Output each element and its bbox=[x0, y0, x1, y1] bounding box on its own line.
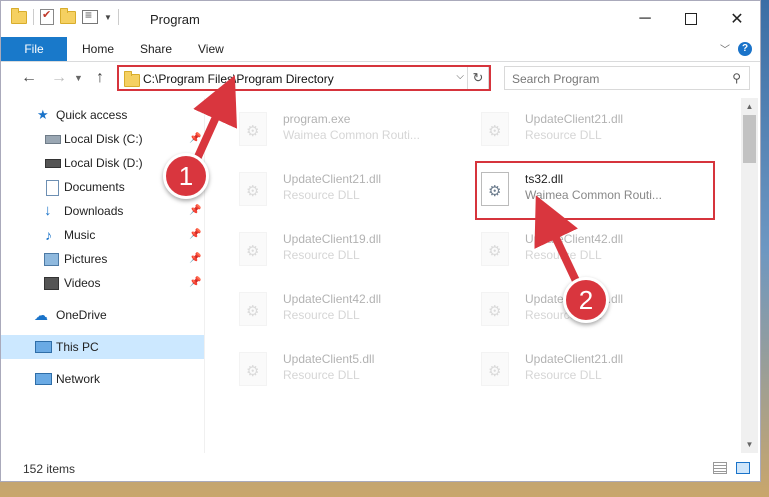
step-badge-2: 2 bbox=[563, 277, 609, 323]
annotation-arrows bbox=[193, 75, 581, 285]
arrow-2 bbox=[534, 195, 581, 285]
arrow-1 bbox=[193, 75, 237, 161]
step-badge-1: 1 bbox=[163, 153, 209, 199]
explorer-window: ▼ Program ─ ✕ File Home Share View ﹀ ? ←… bbox=[0, 0, 761, 482]
